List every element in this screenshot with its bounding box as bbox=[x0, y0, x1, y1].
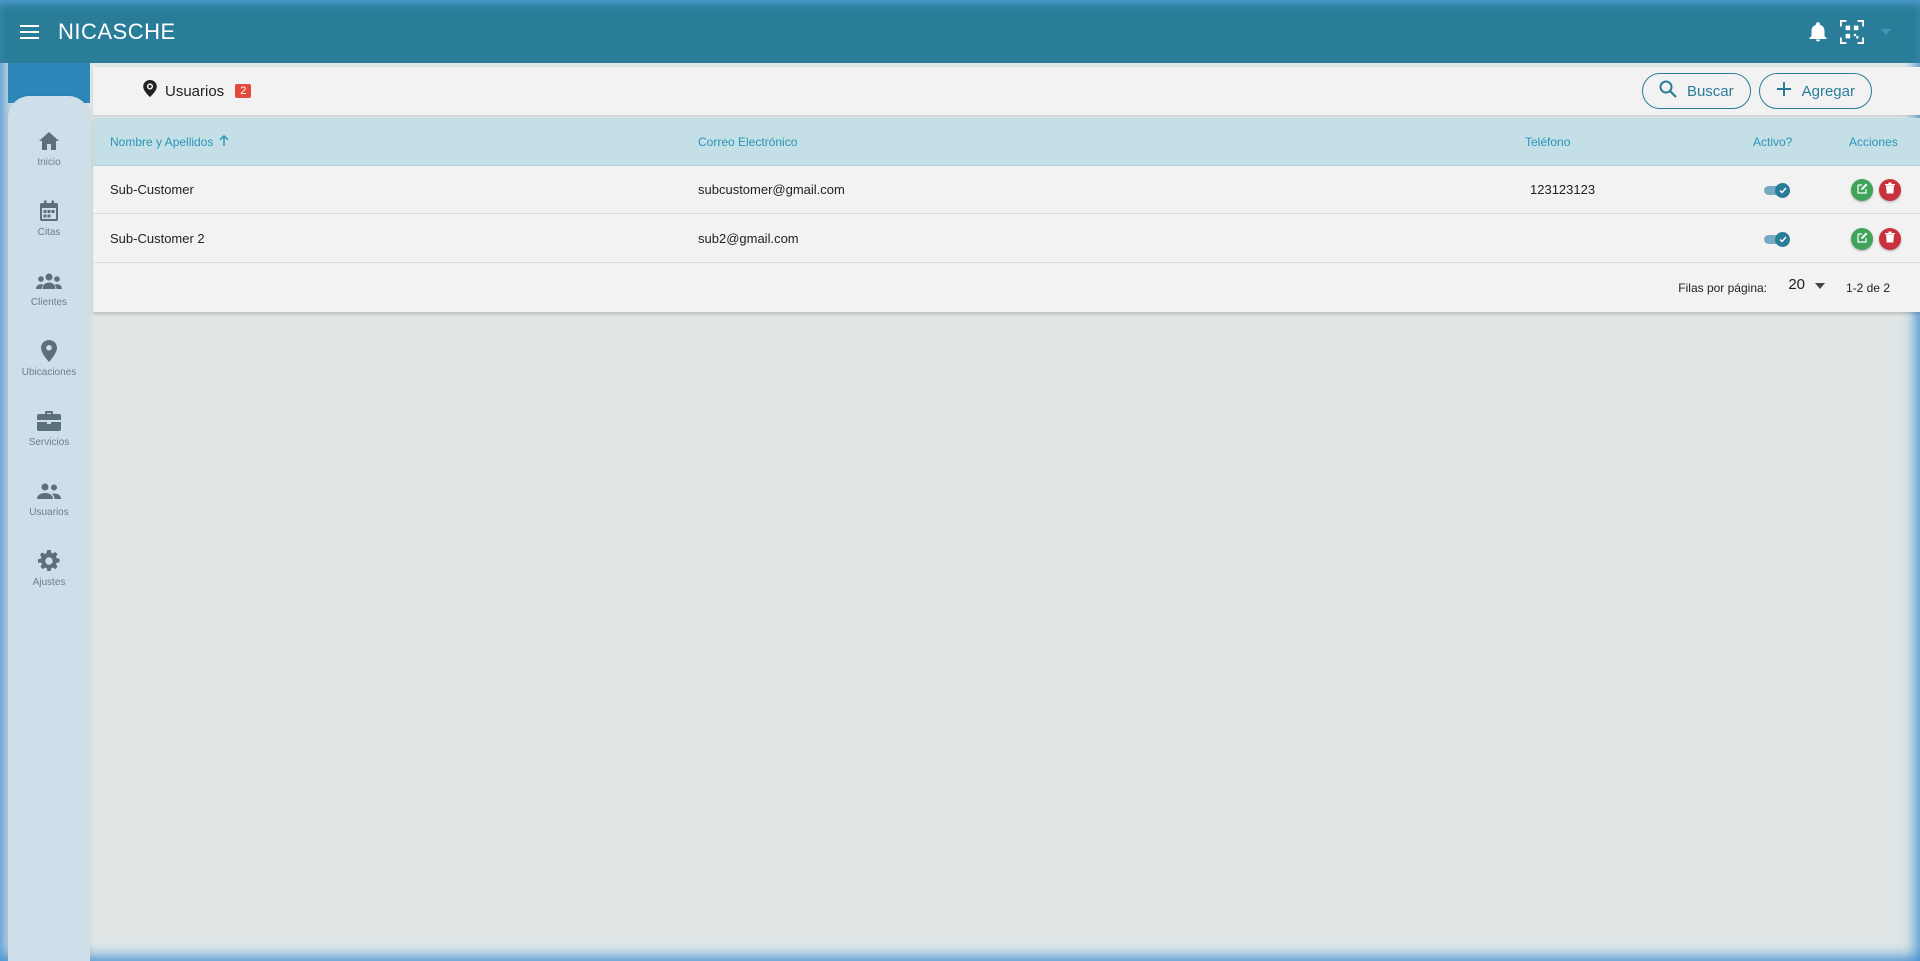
dropdown-arrow-icon[interactable] bbox=[1874, 20, 1898, 44]
sidebar-item-label: Ubicaciones bbox=[21, 367, 77, 378]
column-header-name[interactable]: Nombre y Apellidos bbox=[110, 134, 229, 149]
edit-button[interactable] bbox=[1851, 228, 1873, 250]
add-button[interactable]: Agregar bbox=[1758, 73, 1872, 109]
table-row[interactable]: Sub-Customer 2 sub2@gmail.com bbox=[93, 215, 1920, 263]
cell-name: Sub-Customer bbox=[110, 182, 194, 197]
trash-icon bbox=[1885, 181, 1895, 199]
briefcase-icon bbox=[36, 408, 62, 434]
sidebar-item-label: Ajustes bbox=[32, 577, 66, 588]
sidebar-item-label: Servicios bbox=[28, 437, 70, 448]
search-button-label: Buscar bbox=[1686, 82, 1734, 100]
table-header: Nombre y Apellidos Correo Electrónico Te… bbox=[93, 118, 1920, 166]
users-table: Nombre y Apellidos Correo Electrónico Te… bbox=[93, 118, 1920, 312]
edit-icon bbox=[1856, 181, 1868, 199]
sidebar-item-citas[interactable]: Citas bbox=[8, 198, 90, 258]
rows-per-page-select[interactable]: 20 bbox=[1788, 276, 1825, 293]
edit-button[interactable] bbox=[1851, 179, 1873, 201]
menu-icon[interactable] bbox=[16, 18, 44, 46]
page-title: Usuarios bbox=[165, 82, 225, 100]
column-header-label: Nombre y Apellidos bbox=[110, 135, 214, 149]
column-header-actions: Acciones bbox=[1849, 135, 1898, 149]
breadcrumb: Usuarios 2 bbox=[143, 80, 252, 102]
delete-button[interactable] bbox=[1879, 228, 1901, 250]
sidebar-item-ubicaciones[interactable]: Ubicaciones bbox=[8, 338, 90, 398]
sidebar-item-label: Usuarios bbox=[29, 507, 69, 518]
sidebar-item-usuarios[interactable]: Usuarios bbox=[8, 478, 90, 538]
cell-phone: 123123123 bbox=[1530, 182, 1596, 197]
page-header: Usuarios 2 Buscar Agregar bbox=[93, 67, 1920, 115]
rows-per-page-label: Filas por página: bbox=[1678, 281, 1767, 295]
count-badge: 2 bbox=[235, 84, 252, 98]
home-icon bbox=[36, 128, 62, 154]
cell-email: subcustomer@gmail.com bbox=[698, 182, 845, 197]
table-row[interactable]: Sub-Customer subcustomer@gmail.com 12312… bbox=[93, 166, 1920, 214]
sidebar-item-label: Inicio bbox=[37, 157, 61, 168]
active-toggle[interactable] bbox=[1762, 182, 1790, 198]
column-header-phone[interactable]: Teléfono bbox=[1525, 135, 1570, 149]
location-pin-icon bbox=[143, 80, 157, 102]
delete-button[interactable] bbox=[1879, 179, 1901, 201]
top-app-bar: NICASCHE bbox=[0, 0, 1920, 63]
sidebar-item-ajustes[interactable]: Ajustes bbox=[8, 548, 90, 608]
cell-email: sub2@gmail.com bbox=[698, 231, 799, 246]
sidebar-item-label: Citas bbox=[37, 227, 61, 238]
trash-icon bbox=[1885, 230, 1895, 248]
groups-icon bbox=[36, 268, 62, 294]
edit-icon bbox=[1856, 230, 1868, 248]
bell-icon[interactable] bbox=[1806, 20, 1830, 44]
search-icon bbox=[1659, 80, 1677, 102]
calendar-icon bbox=[36, 198, 62, 224]
pagination-range: 1-2 de 2 bbox=[1845, 281, 1890, 295]
sidebar-item-label: Clientes bbox=[30, 297, 68, 308]
cell-name: Sub-Customer 2 bbox=[110, 231, 205, 246]
qr-scan-icon[interactable] bbox=[1840, 19, 1864, 44]
column-header-active[interactable]: Activo? bbox=[1753, 135, 1792, 149]
sidebar-item-servicios[interactable]: Servicios bbox=[8, 408, 90, 468]
table-pagination: Filas por página: 20 1-2 de 2 bbox=[93, 264, 1920, 312]
column-header-email[interactable]: Correo Electrónico bbox=[698, 135, 797, 149]
location-pin-icon bbox=[36, 338, 62, 364]
users-icon bbox=[36, 478, 62, 504]
active-toggle[interactable] bbox=[1762, 231, 1790, 247]
sidebar: Inicio Citas Clientes Ubicaciones Servic… bbox=[8, 96, 90, 961]
sort-arrow-up-icon bbox=[219, 134, 229, 149]
sidebar-item-clientes[interactable]: Clientes bbox=[8, 268, 90, 328]
sidebar-item-inicio[interactable]: Inicio bbox=[8, 128, 90, 188]
chevron-down-icon bbox=[1815, 276, 1825, 293]
gear-icon bbox=[36, 548, 62, 574]
app-title: NICASCHE bbox=[58, 18, 176, 44]
rows-per-page-value: 20 bbox=[1788, 276, 1805, 293]
search-button[interactable]: Buscar bbox=[1641, 73, 1751, 109]
add-button-label: Agregar bbox=[1801, 82, 1855, 100]
plus-icon bbox=[1776, 81, 1792, 101]
